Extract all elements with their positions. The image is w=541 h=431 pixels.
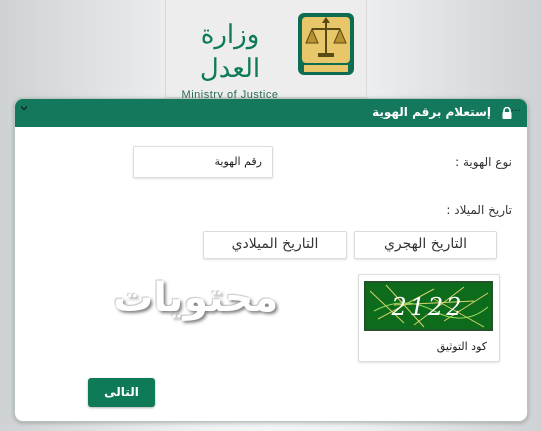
gregorian-date-button[interactable]: التاريخ الميلادي	[203, 231, 347, 259]
panel-header: إستعلام برقم الهوية	[15, 99, 527, 127]
captcha-code-text: 2122	[390, 293, 464, 321]
hijri-date-button[interactable]: التاريخ الهجري	[354, 231, 497, 259]
watermark-text: محتويات	[113, 275, 279, 321]
ministry-emblem-icon	[298, 13, 354, 75]
logo-arabic-text: وزارة العدل	[199, 20, 261, 84]
captcha-label: كود التوثيق	[436, 340, 487, 353]
id-type-label: نوع الهوية :	[455, 155, 512, 169]
captcha-box: 2122 كود التوثيق	[358, 274, 500, 362]
captcha-image: 2122	[364, 281, 493, 331]
chevron-down-icon	[20, 106, 28, 111]
id-number-input[interactable]: رقم الهوية	[133, 146, 273, 178]
id-type-selected-value: ...	[510, 101, 522, 114]
id-inquiry-panel: إستعلام برقم الهوية نوع الهوية : ... رقم…	[14, 98, 528, 422]
hijri-date-button-label: التاريخ الهجري	[383, 236, 468, 252]
id-number-placeholder: رقم الهوية	[214, 155, 262, 168]
site-header: وزارة العدل Ministry of Justice	[165, 0, 367, 101]
gregorian-date-button-label: التاريخ الميلادي	[231, 236, 319, 252]
ministry-logo-text: وزارة العدل Ministry of Justice	[170, 18, 290, 101]
birth-date-label: تاريخ الميلاد :	[446, 203, 512, 217]
next-button[interactable]: التالى	[88, 378, 155, 407]
panel-title: إستعلام برقم الهوية	[372, 105, 491, 119]
